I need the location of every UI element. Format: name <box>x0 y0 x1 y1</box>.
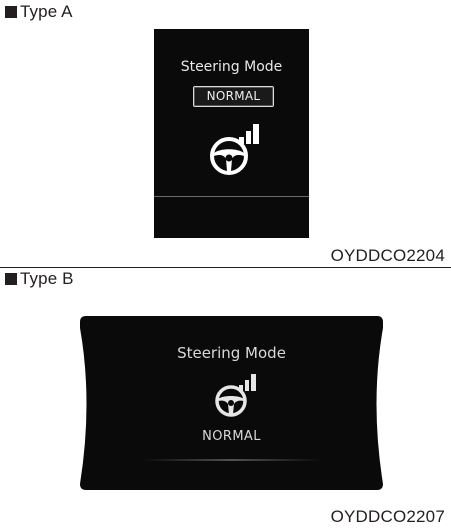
type-a-cluster-display: Steering Mode NORMAL <box>154 29 309 238</box>
type-b-display-glow-line <box>142 459 322 461</box>
type-b-cluster-display: Steering Mode NORMAL <box>80 316 383 490</box>
type-b-heading: Type B <box>5 269 74 289</box>
type-b-mode-label: NORMAL <box>202 429 261 444</box>
steering-wheel-icon <box>215 374 256 417</box>
steering-wheel-icon <box>210 124 259 175</box>
section-divider <box>0 267 451 268</box>
type-a-heading: Type A <box>5 2 73 22</box>
type-a-heading-label: Type A <box>20 2 73 21</box>
type-b-heading-label: Type B <box>20 269 74 288</box>
type-a-image-code: OYDDCO2204 <box>330 246 445 265</box>
square-bullet-icon <box>5 6 17 18</box>
type-a-mode-badge: NORMAL <box>193 86 274 107</box>
type-b-display-title: Steering Mode <box>177 344 286 362</box>
type-b-image-code: OYDDCO2207 <box>330 507 445 526</box>
square-bullet-icon <box>5 273 17 285</box>
type-a-display-divider <box>154 196 309 197</box>
type-a-display-title: Steering Mode <box>180 59 283 75</box>
